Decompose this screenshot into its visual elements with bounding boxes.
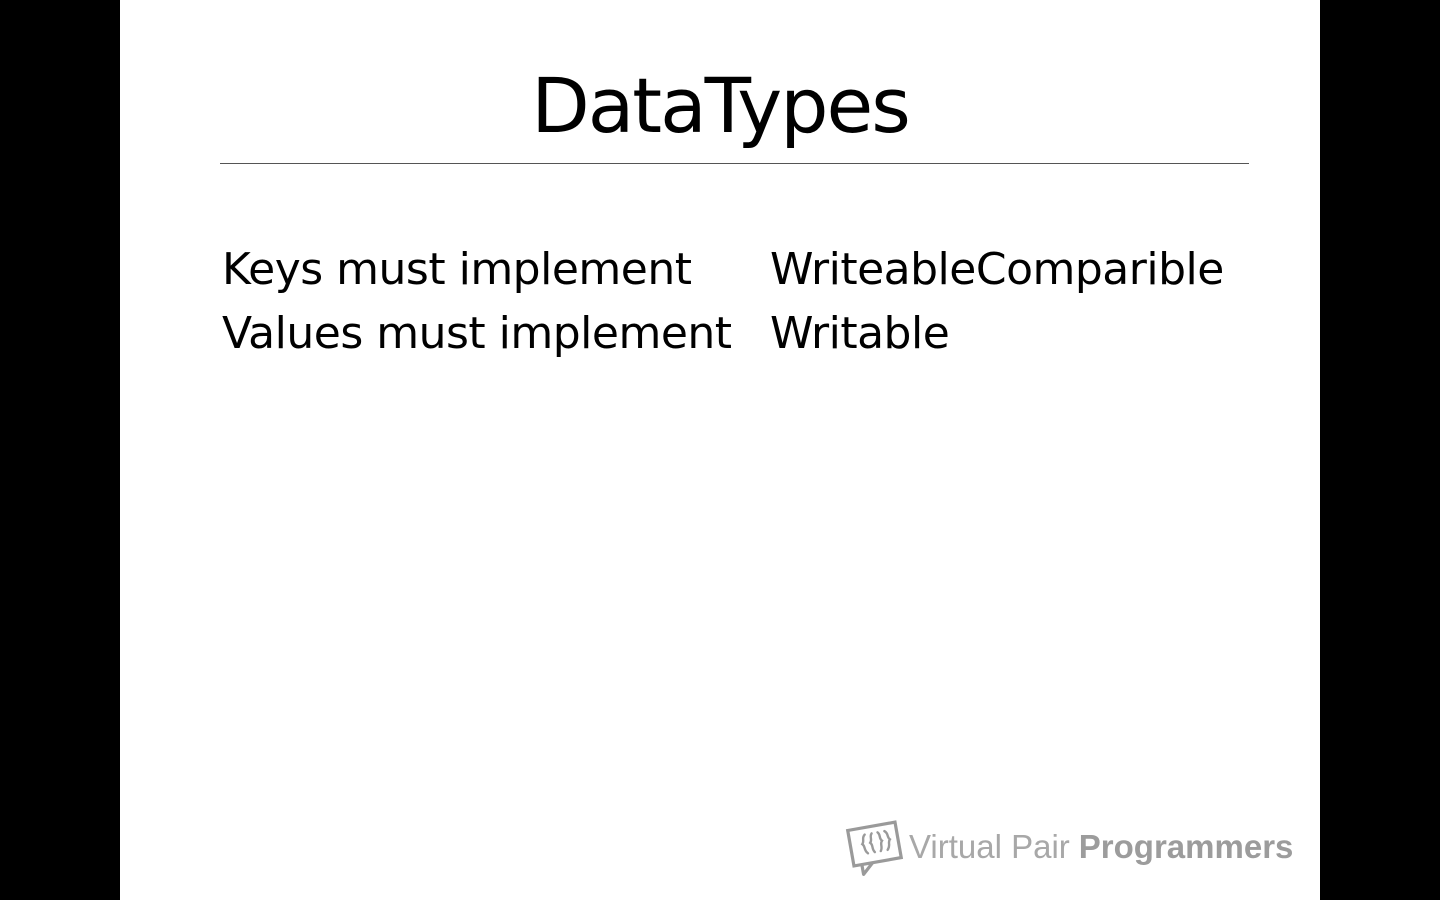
brand-logo: Virtual Pair Programmers <box>845 815 1293 879</box>
requirement-value: Writable <box>770 308 950 359</box>
title-divider <box>220 163 1249 164</box>
datatype-requirements-list: Keys must implement WriteableComparible … <box>222 238 1282 366</box>
slide-title: DataTypes <box>531 61 911 150</box>
requirement-label: Keys must implement <box>222 244 692 295</box>
requirement-row-keys: Keys must implement WriteableComparible <box>222 238 1282 302</box>
requirement-row-values: Values must implement Writable <box>222 302 1282 366</box>
speech-faces-logo-icon <box>845 820 904 876</box>
requirement-label: Values must implement <box>222 308 732 359</box>
requirement-value: WriteableComparible <box>770 244 1224 295</box>
slide: DataTypes Keys must implement WriteableC… <box>120 0 1320 900</box>
brand-name-bold: Programmers <box>1078 828 1294 865</box>
brand-name-light: Virtual Pair <box>909 828 1070 865</box>
